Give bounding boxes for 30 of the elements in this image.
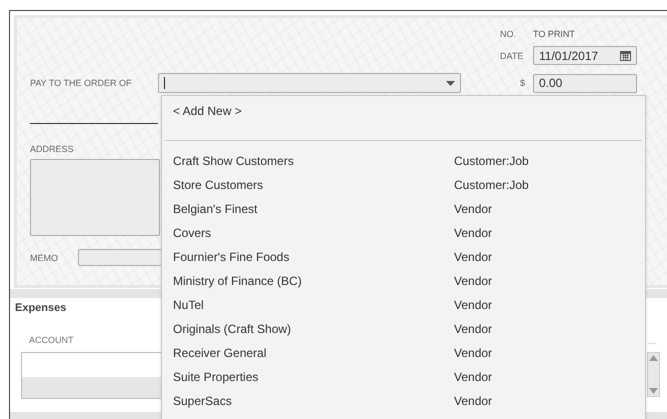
column-header: ACCOUNT <box>29 335 74 345</box>
add-new-item[interactable]: < Add New > <box>162 96 645 124</box>
amount-field[interactable]: 0.00 <box>533 74 637 92</box>
list-item[interactable]: Covers Vendor <box>162 221 645 245</box>
check-number: TO PRINT <box>533 29 575 39</box>
list-item[interactable]: NuTel Vendor <box>162 293 645 317</box>
dollar-label: $ <box>518 78 526 88</box>
list-item[interactable]: Store Customers Customer:Job <box>162 173 645 197</box>
list-item[interactable]: Belgian's Finest Vendor <box>162 197 645 221</box>
date-label: DATE <box>500 50 524 60</box>
address-field[interactable] <box>30 159 160 236</box>
list-item[interactable]: Fournier's Fine Foods Vendor <box>162 245 645 269</box>
expenses-tab[interactable]: Expenses <box>15 302 66 314</box>
address-label: ADDRESS <box>30 144 74 154</box>
scrollbar[interactable] <box>647 352 660 397</box>
payee-label: PAY TO THE ORDER OF <box>30 78 133 88</box>
memo-label: MEMO <box>30 252 59 262</box>
list-item[interactable]: Ministry of Finance (BC) Vendor <box>162 269 645 293</box>
calendar-icon[interactable] <box>620 50 631 61</box>
number-label: NO. <box>500 29 518 39</box>
scroll-down-icon[interactable] <box>649 388 658 394</box>
list-item[interactable]: Originals (Craft Show) Vendor <box>162 317 645 341</box>
more-indicator: ... <box>648 336 656 346</box>
list-item[interactable]: Suite Properties Vendor <box>162 365 645 389</box>
list-item[interactable]: SuperSacs Vendor <box>162 389 645 413</box>
date-field[interactable]: 11/01/2017 <box>533 46 637 65</box>
caret-icon[interactable] <box>446 80 455 86</box>
scroll-up-icon[interactable] <box>649 355 658 361</box>
list-item[interactable]: Receiver General Vendor <box>162 341 645 365</box>
list-item[interactable]: Craft Show Customers Customer:Job <box>162 149 645 173</box>
